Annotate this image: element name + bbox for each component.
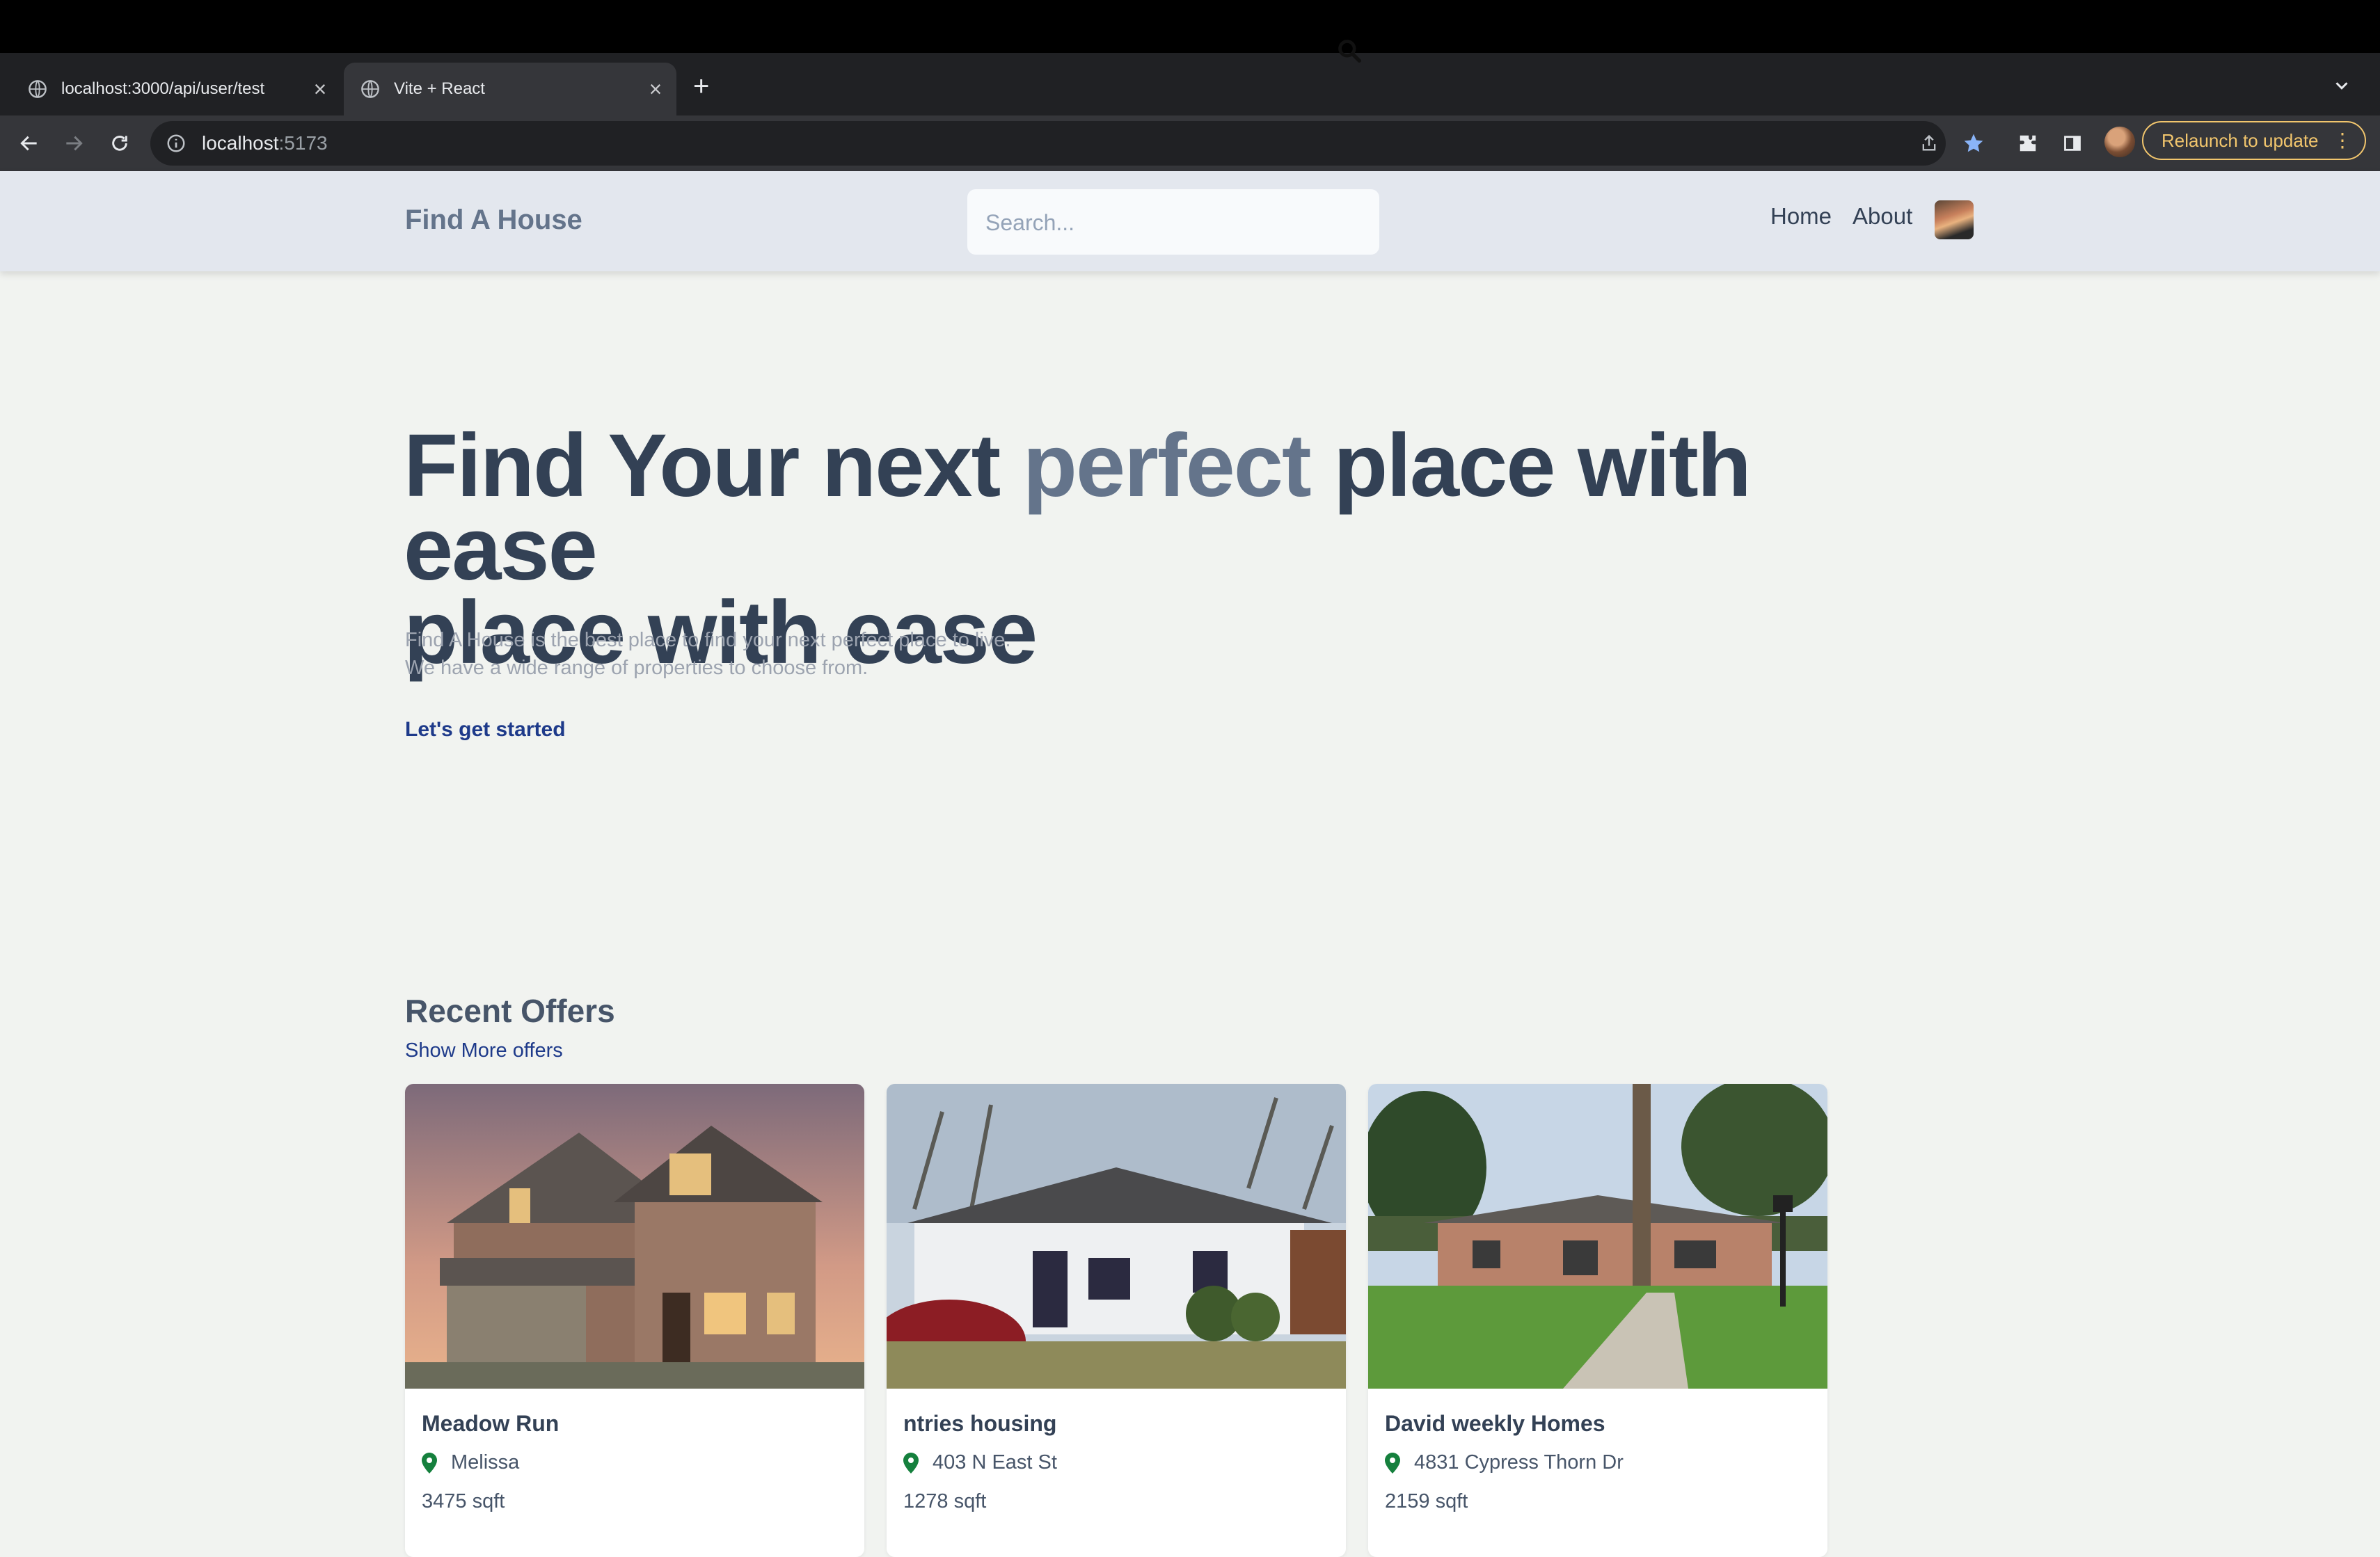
tab-title: Vite + React xyxy=(394,79,485,98)
listing-sqft: 2159 sqft xyxy=(1385,1490,1468,1512)
browser-toolbar: localhost:5173 Relaunch to update ⋮ xyxy=(0,115,2380,171)
browser-profile-avatar[interactable] xyxy=(2104,127,2135,157)
listing-location: Melissa xyxy=(422,1451,519,1474)
recent-offers-title: Recent Offers xyxy=(405,993,615,1029)
site-brand[interactable]: Find A House xyxy=(405,205,582,236)
site-header: Find A House Home About xyxy=(0,171,2380,271)
info-icon[interactable] xyxy=(166,133,187,154)
globe-icon xyxy=(360,79,380,99)
nav-home-link[interactable]: Home xyxy=(1770,203,1832,230)
listing-sqft: 3475 sqft xyxy=(422,1490,505,1512)
side-panel-icon[interactable] xyxy=(2058,129,2086,157)
new-tab-plus-icon[interactable]: + xyxy=(693,72,709,100)
listing-image xyxy=(405,1084,864,1389)
forward-arrow-icon[interactable] xyxy=(60,129,88,157)
listing-card[interactable]: ntries housing 403 N East St 1278 sqft xyxy=(887,1084,1346,1557)
listing-location-text: 403 N East St xyxy=(933,1451,1057,1474)
listing-image xyxy=(887,1084,1346,1389)
url-port: :5173 xyxy=(278,132,328,154)
url-host: localhost xyxy=(202,132,279,154)
reload-icon[interactable] xyxy=(106,129,134,157)
listing-name: Meadow Run xyxy=(422,1411,560,1436)
close-icon[interactable]: × xyxy=(306,77,334,102)
globe-icon xyxy=(28,79,47,99)
screen-top-bar xyxy=(0,0,2380,53)
listing-location: 403 N East St xyxy=(903,1451,1057,1474)
chevron-down-icon[interactable] xyxy=(2331,75,2352,96)
listing-location: 4831 Cypress Thorn Dr xyxy=(1385,1451,1624,1474)
show-more-offers-link[interactable]: Show More offers xyxy=(405,1039,563,1062)
hero-desc-line1: Find A House is the best place to find y… xyxy=(405,629,1011,651)
listing-location-text: Melissa xyxy=(451,1451,520,1474)
hero-title-accent: perfect xyxy=(1022,416,1312,516)
map-pin-icon xyxy=(1385,1452,1400,1474)
listing-card[interactable]: Meadow Run Melissa 3475 sqft xyxy=(405,1084,864,1557)
search-input[interactable] xyxy=(984,189,1321,256)
search-box xyxy=(967,189,1379,256)
listing-card[interactable]: David weekly Homes 4831 Cypress Thorn Dr… xyxy=(1368,1084,1827,1557)
relaunch-label: Relaunch to update xyxy=(2161,129,2319,151)
share-icon[interactable] xyxy=(1915,129,1943,157)
tab-title: localhost:3000/api/user/test xyxy=(61,79,265,98)
nav-about-link[interactable]: About xyxy=(1853,203,1912,230)
listing-location-text: 4831 Cypress Thorn Dr xyxy=(1414,1451,1624,1474)
user-avatar[interactable] xyxy=(1935,200,1974,239)
listing-name: David weekly Homes xyxy=(1385,1411,1605,1436)
map-pin-icon xyxy=(422,1452,437,1474)
get-started-link[interactable]: Let's get started xyxy=(405,718,566,742)
close-icon[interactable]: × xyxy=(642,77,669,102)
listing-sqft: 1278 sqft xyxy=(903,1490,987,1512)
hero-description: Find A House is the best place to find y… xyxy=(405,626,1011,682)
relaunch-button[interactable]: Relaunch to update ⋮ xyxy=(2142,121,2366,160)
more-vert-icon[interactable]: ⋮ xyxy=(2333,129,2352,152)
browser-tab-vite[interactable]: Vite + React × xyxy=(344,63,676,115)
back-arrow-icon[interactable] xyxy=(15,129,43,157)
hero-desc-line2: We have a wide range of properties to ch… xyxy=(405,657,868,679)
search-icon[interactable] xyxy=(1336,38,1363,64)
listing-name: ntries housing xyxy=(903,1411,1057,1436)
browser-tabstrip: localhost:3000/api/user/test × Vite + Re… xyxy=(0,53,2380,115)
map-pin-icon xyxy=(903,1452,919,1474)
bookmark-star-icon[interactable] xyxy=(1960,129,1988,157)
browser-tab-api[interactable]: localhost:3000/api/user/test × xyxy=(0,63,341,115)
listing-image xyxy=(1368,1084,1827,1389)
extensions-puzzle-icon[interactable] xyxy=(2014,129,2042,157)
address-bar[interactable]: localhost:5173 xyxy=(150,121,1946,166)
